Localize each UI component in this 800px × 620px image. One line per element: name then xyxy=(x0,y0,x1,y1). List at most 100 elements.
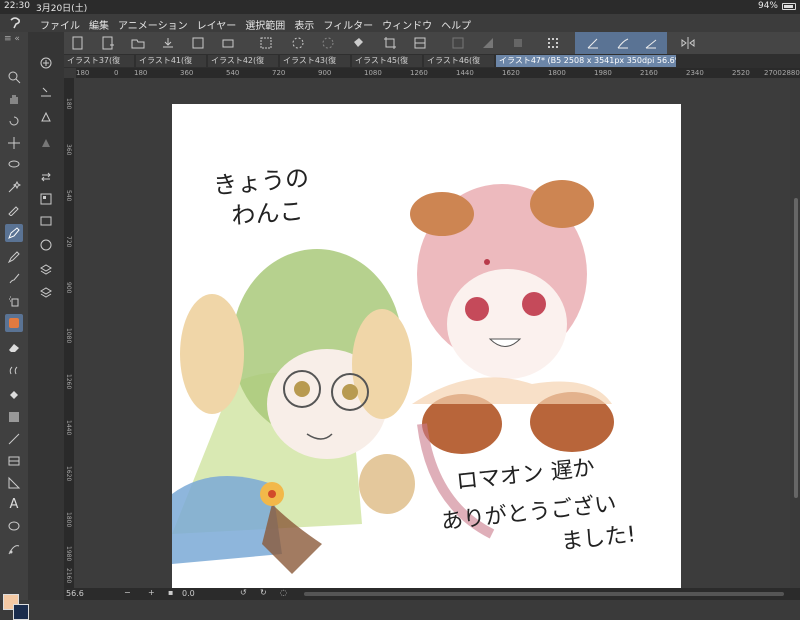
left-character xyxy=(172,249,415,574)
drawing-canvas[interactable]: きょうの わんこ ロマオン 遅か ありがとうござい ました! xyxy=(172,104,681,594)
vertical-scrollbar[interactable] xyxy=(792,78,800,588)
correct-line-icon[interactable] xyxy=(5,540,23,558)
snap-grid-icon[interactable] xyxy=(643,35,659,51)
blend-icon[interactable] xyxy=(5,360,23,378)
crop-icon[interactable] xyxy=(382,35,398,51)
sub-color-swatch[interactable] xyxy=(13,604,29,620)
gradient-icon[interactable] xyxy=(5,408,23,426)
rotate-left-icon[interactable]: ↺ xyxy=(240,588,247,597)
fit-icon[interactable]: ▪ xyxy=(168,588,173,597)
clear-icon[interactable] xyxy=(450,35,466,51)
menu-help[interactable]: ヘルプ xyxy=(441,17,471,32)
tab-illust46[interactable]: イラスト46(復 xyxy=(424,55,494,67)
layer-transfer-icon[interactable] xyxy=(37,168,55,186)
ruler-h-label: 2160 xyxy=(640,69,658,77)
zoom-in-icon[interactable]: + xyxy=(148,588,155,597)
zoom-icon[interactable] xyxy=(5,68,23,86)
material-icon[interactable] xyxy=(37,260,55,278)
print-icon[interactable] xyxy=(220,35,236,51)
new-icon[interactable] xyxy=(70,35,86,51)
main-tools: A xyxy=(0,32,28,562)
ruler-v-label: 1440 xyxy=(65,420,72,436)
tab-illust47[interactable]: イラスト47* (B5 2508 x 3541px 350dpi 56.6%) xyxy=(496,55,676,67)
fill-bucket-icon[interactable] xyxy=(350,35,366,51)
snap-special-ruler-icon[interactable] xyxy=(615,35,631,51)
hand-icon[interactable] xyxy=(5,90,23,108)
fill-icon[interactable] xyxy=(5,386,23,404)
ruler-h-label: 900 xyxy=(318,69,332,77)
open-icon[interactable] xyxy=(130,35,146,51)
grid-icon[interactable] xyxy=(545,35,561,51)
ruler-v-label: 1980 xyxy=(65,546,72,562)
zoom-value[interactable]: 56.6 xyxy=(66,589,84,598)
ruler-v-label: 2160 xyxy=(65,568,72,584)
angle-value[interactable]: 0.0 xyxy=(182,589,195,598)
navigator-icon[interactable] xyxy=(37,236,55,254)
art-text-1b: わんこ xyxy=(230,197,304,230)
save-icon[interactable] xyxy=(160,35,176,51)
menu-file[interactable]: ファイル xyxy=(40,17,80,32)
menu-animation[interactable]: アニメーション xyxy=(118,17,188,32)
art-text-2a: ロマオン 遅か xyxy=(455,456,596,495)
sub-tool-airbrush-icon[interactable] xyxy=(37,134,55,152)
app-logo-icon[interactable] xyxy=(8,16,22,30)
ruler-v-label: 180 xyxy=(65,98,72,110)
rotate-view-icon[interactable] xyxy=(5,112,23,130)
sub-tool-fill-icon[interactable] xyxy=(37,82,55,100)
tab-illust43[interactable]: イラスト43(復 xyxy=(280,55,350,67)
tab-illust41[interactable]: イラスト41(復 xyxy=(136,55,206,67)
layer-property-icon[interactable] xyxy=(37,190,55,208)
transform-icon[interactable] xyxy=(258,35,274,51)
rotate-right-icon[interactable]: ↻ xyxy=(260,588,267,597)
art-text-2c: ました! xyxy=(560,522,637,555)
new-file-icon[interactable] xyxy=(100,35,116,51)
tab-illust45[interactable]: イラスト45(復 xyxy=(352,55,422,67)
balloon-icon[interactable] xyxy=(5,518,23,536)
menu-filter[interactable]: フィルター xyxy=(323,17,373,32)
ruler-v-label: 900 xyxy=(65,282,72,294)
menu-view[interactable]: 表示 xyxy=(294,17,314,32)
menu-bar: ファイル 編集 アニメーション レイヤー 選択範囲 表示 フィルター ウィンドウ… xyxy=(0,14,800,32)
spinner-alt-icon[interactable] xyxy=(320,35,336,51)
magic-wand-icon[interactable] xyxy=(5,178,23,196)
horizontal-scrollbar[interactable] xyxy=(304,592,784,596)
export-icon[interactable] xyxy=(190,35,206,51)
airbrush-icon[interactable] xyxy=(5,292,23,310)
move-icon[interactable] xyxy=(5,134,23,152)
flip-horizontal-icon[interactable] xyxy=(680,35,696,51)
deselect-icon[interactable] xyxy=(510,35,526,51)
ruler-icon[interactable] xyxy=(5,474,23,492)
ruler-v-label: 1260 xyxy=(65,374,72,390)
decoration-icon[interactable] xyxy=(5,314,23,332)
frame-icon[interactable] xyxy=(5,452,23,470)
status-date: 3月20日(土) xyxy=(36,4,88,14)
scroll-thumb[interactable] xyxy=(794,198,798,498)
menu-layer[interactable]: レイヤー xyxy=(197,17,237,32)
tab-illust42[interactable]: イラスト42(復 xyxy=(208,55,278,67)
pencil-icon[interactable] xyxy=(5,248,23,266)
battery-percentage: 94% xyxy=(757,1,778,11)
menu-edit[interactable]: 編集 xyxy=(89,17,109,32)
line-icon[interactable] xyxy=(5,430,23,448)
tool-sub-icon[interactable] xyxy=(37,54,55,72)
lasso-icon[interactable] xyxy=(5,156,23,174)
layer-film-icon[interactable] xyxy=(37,212,55,230)
sub-tool-select-icon[interactable] xyxy=(37,108,55,126)
spinner-icon[interactable] xyxy=(290,35,306,51)
zoom-out-icon[interactable]: − xyxy=(124,588,131,597)
reset-rotation-icon[interactable]: ◌ xyxy=(280,588,287,597)
bottom-bar: 56.6 − + ▪ 0.0 ↺ ↻ ◌ xyxy=(64,588,800,600)
menu-window[interactable]: ウィンドウ xyxy=(382,17,432,32)
eyedropper-icon[interactable] xyxy=(5,200,23,218)
menu-selection[interactable]: 選択範囲 xyxy=(245,17,285,32)
layers-icon[interactable] xyxy=(37,284,55,302)
pen-icon[interactable] xyxy=(5,224,23,242)
eraser-icon[interactable] xyxy=(5,338,23,356)
snap-ruler-icon[interactable] xyxy=(585,35,601,51)
brush-icon[interactable] xyxy=(5,270,23,288)
ruler-h-label: 1620 xyxy=(502,69,520,77)
clear-outside-icon[interactable] xyxy=(480,35,496,51)
text-icon[interactable]: A xyxy=(5,496,23,514)
tab-illust37[interactable]: イラスト37(復 xyxy=(64,55,134,67)
canvas-settings-icon[interactable] xyxy=(412,35,428,51)
